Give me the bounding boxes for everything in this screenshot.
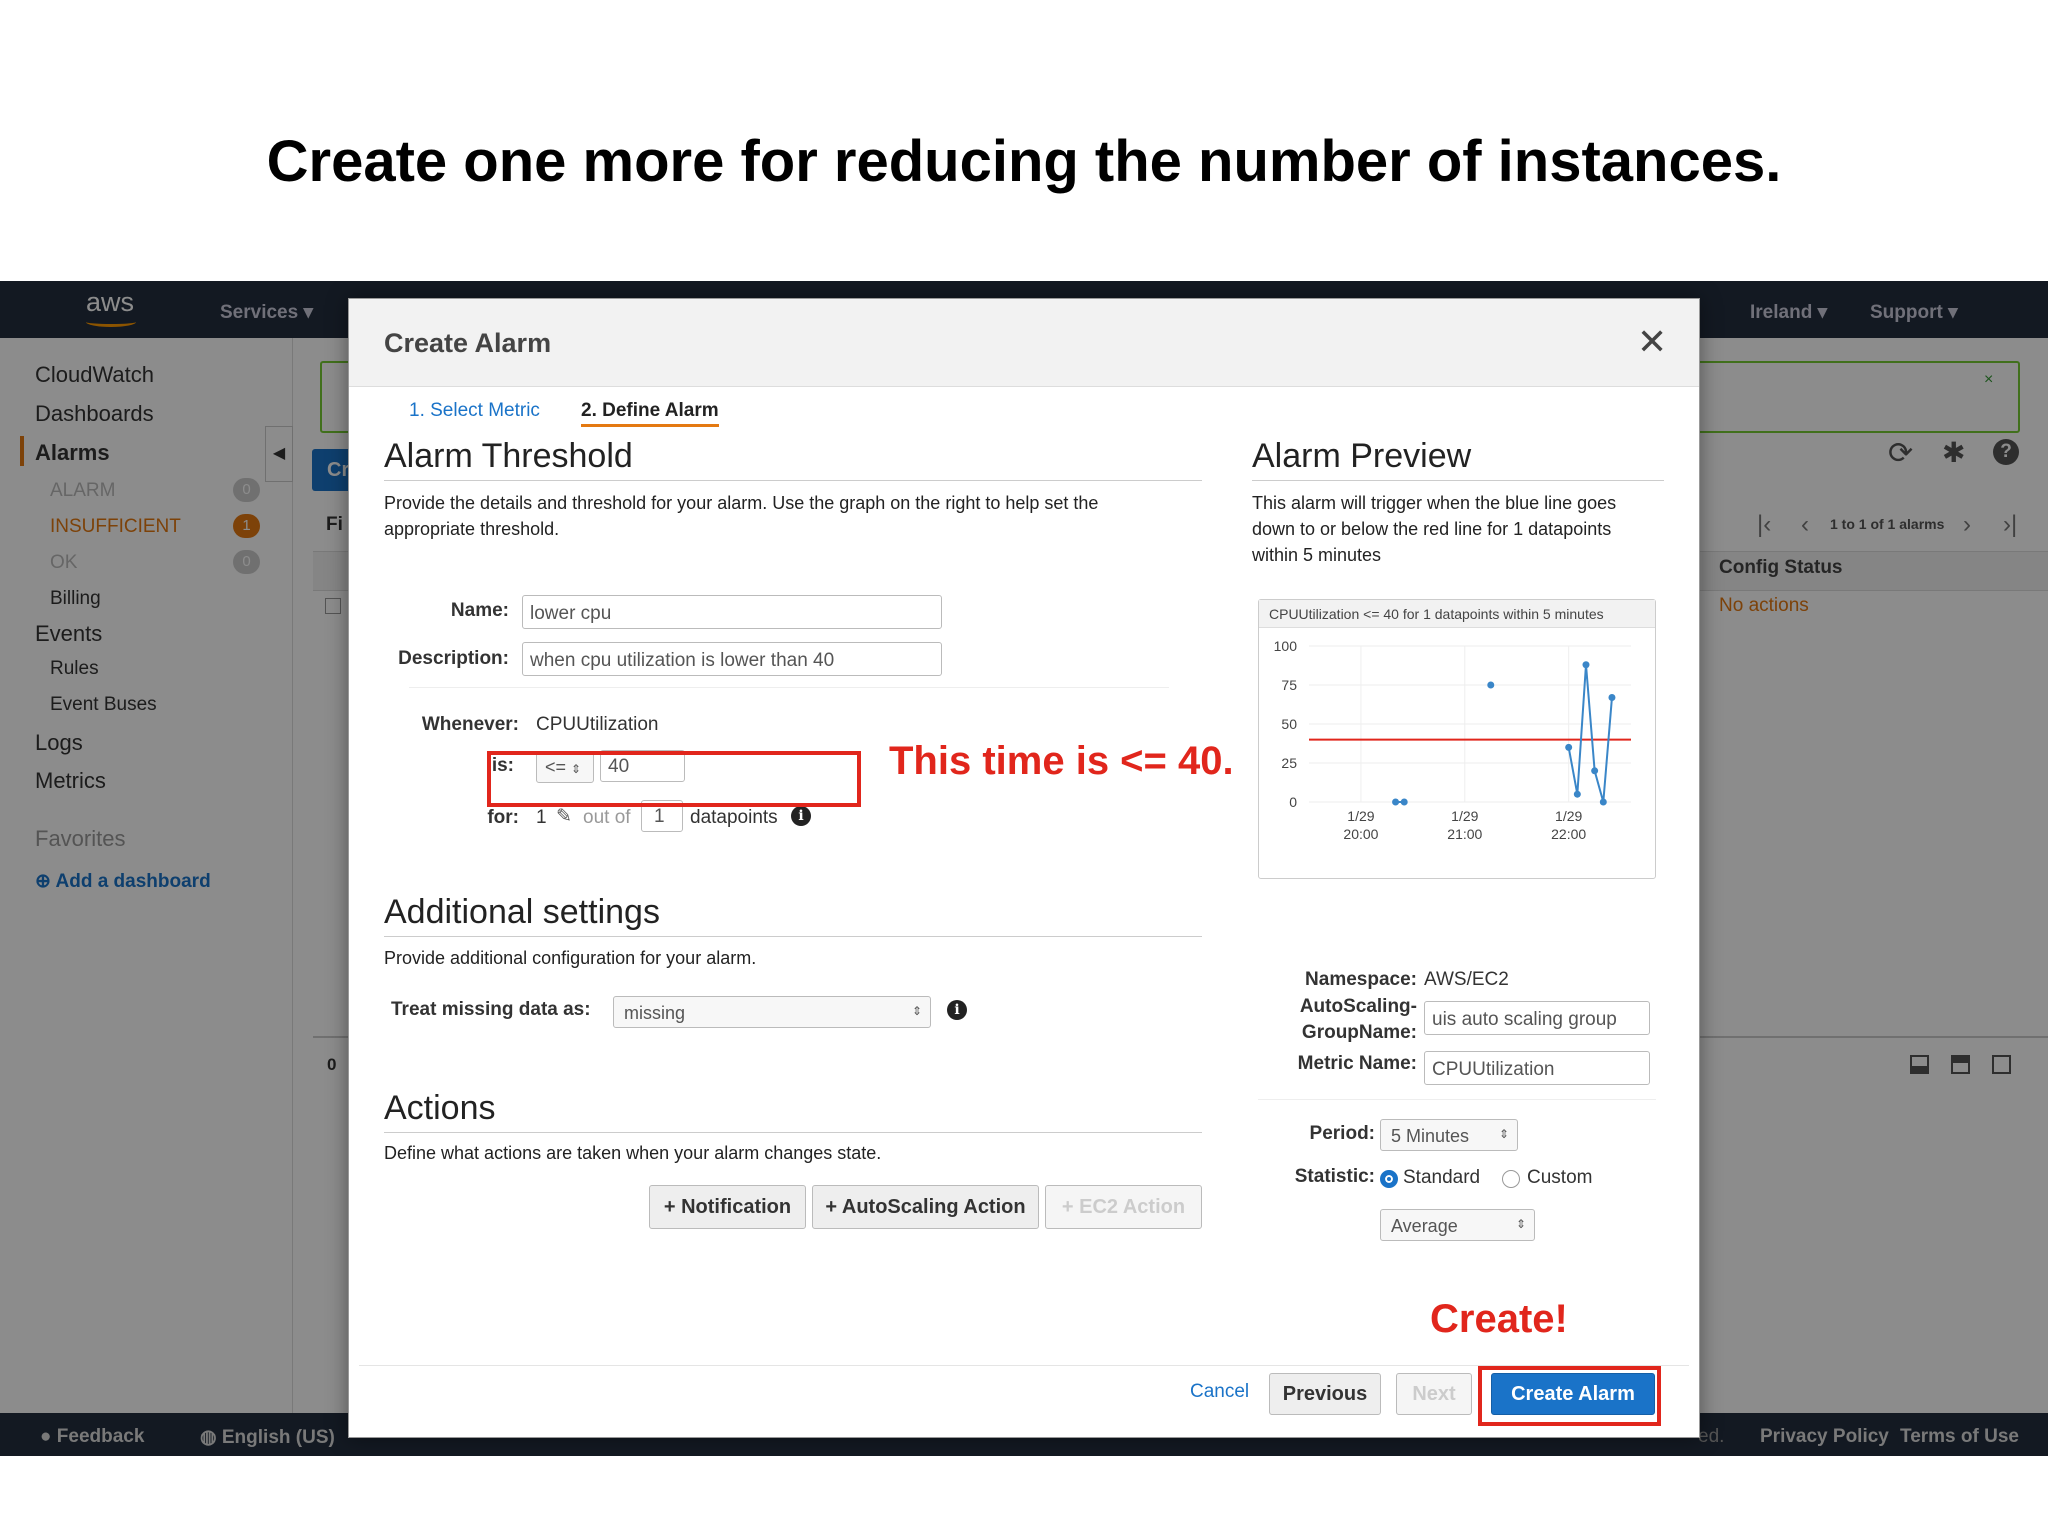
actions-heading: Actions	[384, 1089, 496, 1127]
autoscaling-group-label-line2: GroupName:	[1301, 1022, 1417, 1043]
autoscaling-group-field[interactable]: uis auto scaling group	[1424, 1001, 1650, 1035]
custom-option-label: Custom	[1527, 1167, 1593, 1188]
cpu-utilization-chart: CPUUtilization <= 40 for 1 datapoints wi…	[1269, 606, 1631, 842]
statistic-select[interactable]: Average ⇕	[1380, 1209, 1535, 1241]
description-input[interactable]: when cpu utilization is lower than 40	[522, 642, 942, 676]
next-button[interactable]: Next	[1396, 1373, 1472, 1415]
cancel-link[interactable]: Cancel	[1190, 1381, 1249, 1403]
chart-series	[1392, 661, 1616, 806]
previous-button[interactable]: Previous	[1269, 1373, 1381, 1415]
statistic-value: Average	[1391, 1216, 1458, 1236]
threshold-divider	[384, 480, 1202, 481]
out-of-label: out of	[583, 807, 631, 828]
x-tick-date: 1/29	[1451, 808, 1478, 824]
additional-settings-heading: Additional settings	[384, 893, 660, 931]
whenever-metric: CPUUtilization	[536, 714, 659, 735]
slide-title: Create one more for reducing the number …	[266, 129, 1782, 194]
add-ec2-action-button[interactable]: + EC2 Action	[1045, 1185, 1202, 1229]
create-button-highlight-box	[1478, 1366, 1661, 1426]
select-arrows-icon: ⇕	[1498, 1127, 1509, 1141]
preview-details-divider	[1258, 1099, 1656, 1100]
preview-chart-panel: CPUUtilization <= 40 for 1 datapoints wi…	[1258, 599, 1656, 879]
additional-description: Provide additional configuration for you…	[384, 948, 757, 968]
modal-title: Create Alarm	[384, 328, 552, 358]
standard-option-label: Standard	[1403, 1167, 1481, 1188]
info-icon[interactable]: i	[791, 806, 811, 826]
alarm-preview-heading: Alarm Preview	[1252, 437, 1472, 475]
data-point	[1487, 681, 1495, 689]
close-icon[interactable]: ✕	[1637, 321, 1667, 363]
period-value: 5 Minutes	[1391, 1126, 1470, 1146]
create-annotation: Create!	[1430, 1297, 1568, 1341]
data-point	[1400, 798, 1408, 806]
chart-y-axis: 0 25 50 75 100	[1274, 638, 1298, 810]
pencil-icon[interactable]: ✎	[556, 805, 572, 828]
x-tick-time: 22:00	[1551, 826, 1586, 842]
select-arrows-icon: ⇕	[911, 1004, 922, 1018]
missing-data-value: missing	[624, 1003, 686, 1023]
details-divider	[409, 687, 1169, 688]
actions-divider	[384, 1132, 1202, 1133]
x-tick-date: 1/29	[1347, 808, 1374, 824]
add-notification-button[interactable]: + Notification	[649, 1185, 806, 1229]
datapoints-label: datapoints	[690, 807, 778, 828]
threshold-annotation: This time is <= 40.	[889, 739, 1234, 783]
create-alarm-modal: Create Alarm ✕ 1. Select Metric 2. Defin…	[348, 298, 1700, 1438]
info-icon[interactable]: i	[947, 1000, 967, 1020]
for-label: for:	[487, 807, 519, 828]
chart-title: CPUUtilization <= 40 for 1 datapoints wi…	[1269, 606, 1604, 622]
description-label: Description:	[398, 648, 509, 669]
missing-data-select[interactable]: missing ⇕	[613, 996, 931, 1028]
data-point	[1573, 790, 1581, 798]
y-tick-label: 75	[1281, 677, 1297, 693]
modal-header: Create Alarm ✕	[349, 299, 1699, 387]
step-select-metric[interactable]: 1. Select Metric	[409, 400, 540, 422]
period-select[interactable]: 5 Minutes ⇕	[1380, 1119, 1518, 1151]
chart-x-axis: 1/29 20:00 1/29 21:00 1/29 22:00	[1343, 808, 1586, 842]
period-label: Period:	[1309, 1123, 1375, 1144]
add-autoscaling-action-button[interactable]: + AutoScaling Action	[812, 1185, 1039, 1229]
threshold-highlight-box	[487, 751, 861, 807]
autoscaling-group-label-line1: AutoScaling-	[1299, 996, 1417, 1017]
alarm-threshold-heading: Alarm Threshold	[384, 437, 633, 475]
data-point	[1392, 798, 1400, 806]
cloudwatch-screenshot: aws Services ▾ Ireland ▾ Support ▾ Cloud…	[0, 281, 2048, 1456]
custom-radio[interactable]	[1502, 1170, 1520, 1188]
namespace-label: Namespace:	[1305, 969, 1417, 990]
metric-name-field[interactable]: CPUUtilization	[1424, 1051, 1650, 1085]
y-tick-label: 0	[1289, 794, 1297, 810]
for-value: 1	[536, 807, 547, 828]
x-tick-time: 21:00	[1447, 826, 1482, 842]
standard-radio[interactable]	[1380, 1170, 1398, 1188]
treat-missing-label: Treat missing data as:	[391, 999, 591, 1020]
step-define-alarm[interactable]: 2. Define Alarm	[581, 400, 719, 427]
namespace-value: AWS/EC2	[1424, 969, 1509, 990]
name-label: Name:	[450, 600, 509, 621]
threshold-description: Provide the details and threshold for yo…	[384, 493, 1099, 539]
whenever-label: Whenever:	[421, 714, 519, 735]
data-point	[1608, 693, 1616, 701]
data-point	[1599, 798, 1607, 806]
preview-divider	[1252, 480, 1664, 481]
data-point	[1582, 661, 1590, 669]
x-tick-date: 1/29	[1555, 808, 1582, 824]
data-point	[1591, 767, 1599, 775]
statistic-label: Statistic:	[1294, 1166, 1375, 1187]
y-tick-label: 100	[1274, 638, 1298, 654]
y-tick-label: 25	[1281, 755, 1297, 771]
y-tick-label: 50	[1281, 716, 1297, 732]
additional-divider	[384, 936, 1202, 937]
data-point	[1565, 743, 1573, 751]
name-input[interactable]: lower cpu	[522, 595, 942, 629]
preview-description: This alarm will trigger when the blue li…	[1252, 493, 1617, 565]
select-arrows-icon: ⇕	[1515, 1217, 1526, 1231]
actions-description: Define what actions are taken when your …	[384, 1143, 882, 1163]
metric-name-label: Metric Name:	[1297, 1053, 1417, 1074]
x-tick-time: 20:00	[1343, 826, 1378, 842]
